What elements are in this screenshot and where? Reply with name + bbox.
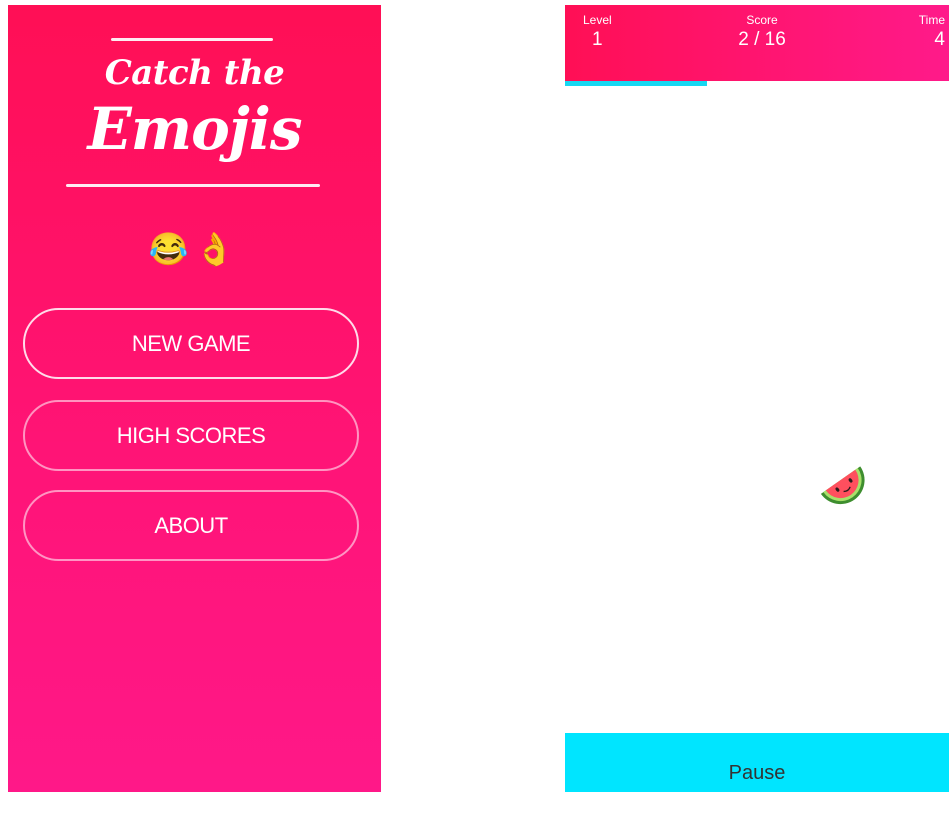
high-scores-button[interactable]: HIGH SCORES <box>23 400 359 471</box>
time-progress-fill <box>565 81 708 86</box>
logo-emojis: 😂👌 <box>148 231 241 267</box>
main-menu-screen: Catch the Emojis 😂👌 NEW GAME HIGH SCORES… <box>8 5 381 792</box>
level-stat: Level 1 <box>583 13 612 53</box>
level-value: 1 <box>592 29 603 50</box>
logo-title-line1: Catch the <box>104 53 285 93</box>
score-label: Score <box>746 13 778 27</box>
game-header: Level 1 Score 2 / 16 Time 4 <box>565 5 949 81</box>
time-stat: Time 4 <box>919 13 945 53</box>
time-label: Time <box>918 13 945 27</box>
watermelon-icon[interactable] <box>816 457 872 513</box>
score-stat: Score 2 / 16 <box>721 13 803 53</box>
about-button[interactable]: ABOUT <box>23 490 359 561</box>
logo-title-line2: Emojis <box>87 95 303 163</box>
score-value: 2 / 16 <box>738 29 786 50</box>
time-value: 4 <box>934 29 945 50</box>
level-label: Level <box>583 13 612 27</box>
logo-divider-bottom <box>66 184 320 187</box>
pause-button[interactable]: Pause <box>565 733 949 792</box>
logo-divider-top <box>111 38 273 41</box>
time-progress-bar <box>565 81 949 86</box>
new-game-button[interactable]: NEW GAME <box>23 308 359 379</box>
game-screen: Level 1 Score 2 / 16 Time 4 Pause <box>565 5 949 792</box>
